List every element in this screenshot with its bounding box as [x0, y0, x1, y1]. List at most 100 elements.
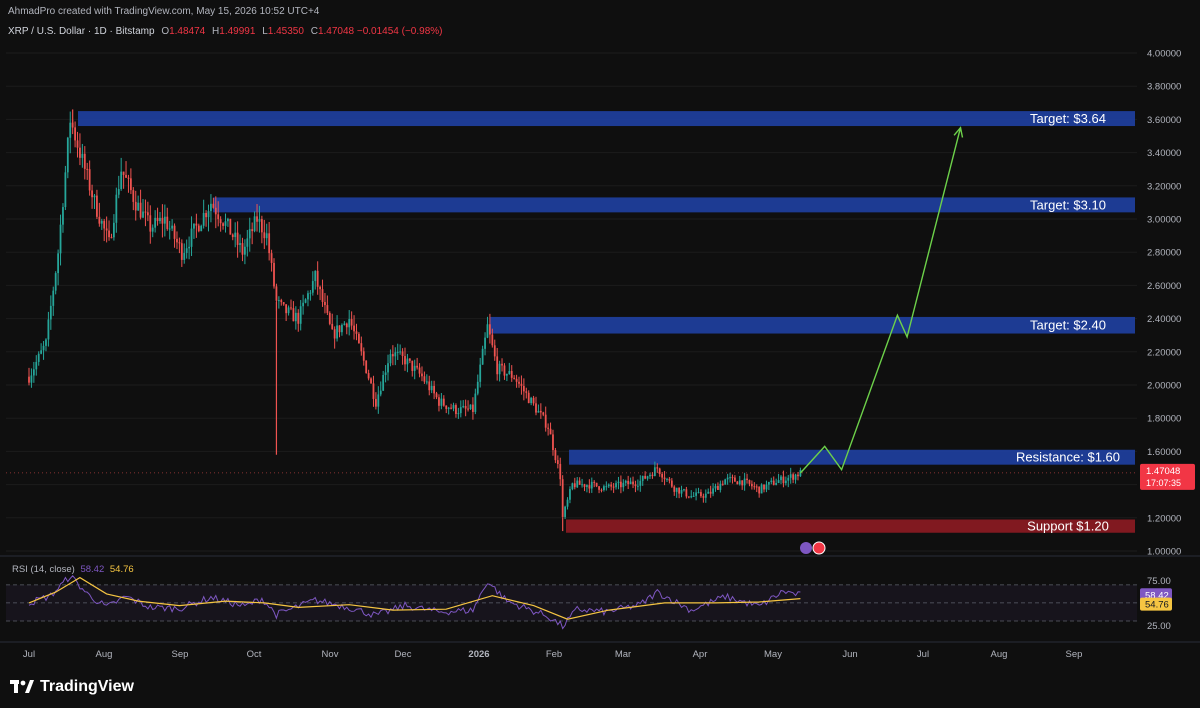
candle-body [74, 127, 76, 141]
candle-body [275, 286, 278, 301]
candle-body [273, 262, 275, 287]
candle-body [586, 485, 588, 487]
candle-body [374, 398, 377, 407]
candle-body [712, 488, 714, 494]
candle-body [556, 460, 559, 464]
candle-body [348, 319, 351, 328]
candle-body [583, 484, 586, 487]
candle-body [263, 232, 266, 239]
candle-body [248, 229, 251, 239]
candle-body [168, 228, 171, 230]
candle-body [700, 492, 702, 497]
candle-body [683, 489, 685, 491]
candle-body [319, 286, 321, 290]
event-icons[interactable] [800, 541, 826, 555]
candle-body [144, 211, 147, 213]
candle-body [287, 307, 290, 314]
time-tick-label: Mar [615, 649, 631, 660]
candle-body [603, 486, 605, 491]
zone-label: Target: $2.40 [1030, 318, 1106, 333]
candle-body [239, 243, 241, 245]
candle-body [229, 218, 232, 235]
candle-body [559, 463, 562, 480]
candle-body [243, 246, 246, 255]
candle-body [343, 323, 346, 325]
candle-body [680, 490, 683, 494]
candle-body [176, 238, 178, 243]
candle-body [564, 506, 567, 517]
candle-body [183, 252, 186, 260]
candle-body [389, 354, 392, 364]
candle-body [42, 345, 45, 351]
candle-body [661, 473, 664, 478]
time-axis[interactable]: Jul Aug Sep Oct Nov Dec 2026 Feb Mar Apr May Jun Jul… [0, 641, 1200, 660]
candle-body [163, 216, 166, 224]
candle-body [704, 493, 707, 498]
candle-body [345, 323, 348, 328]
candle-body [309, 292, 312, 294]
candle-body [617, 481, 620, 484]
candle-body [474, 393, 477, 412]
candle-body [425, 381, 428, 383]
candle-body [717, 486, 719, 490]
candle-body [156, 217, 159, 222]
price-tick-label: 2.20000 [1147, 347, 1181, 358]
rsi-pane: 75.00 25.00 58.42 54.76 [0, 555, 1200, 632]
candle-body [127, 177, 130, 179]
price-tick-label: 2.40000 [1147, 314, 1181, 325]
time-tick-label: Aug [96, 649, 113, 660]
candle-body [355, 331, 358, 334]
flash-event-icon [800, 542, 812, 554]
candle-body [382, 374, 385, 391]
candle-body [593, 481, 596, 483]
candle-body [224, 221, 227, 226]
candle-body [115, 194, 118, 223]
candle-body [714, 486, 717, 489]
candle-body [416, 365, 419, 368]
candle-body [450, 407, 452, 409]
candle-body [646, 476, 649, 479]
candle-body [69, 122, 72, 138]
candle-body [401, 351, 404, 357]
candle-body [624, 480, 627, 483]
candle-body [413, 365, 416, 371]
candle-body [190, 228, 193, 247]
rsi-label[interactable]: RSI (14, close) [12, 564, 75, 575]
candle-body [476, 381, 479, 394]
candle-body [28, 376, 30, 383]
candle-body [30, 375, 33, 383]
candle-body [142, 211, 144, 218]
rsi-value: 58.42 [80, 564, 105, 575]
candle-body [440, 398, 443, 406]
projection-line [799, 127, 962, 474]
candle-body [105, 228, 108, 231]
candle-body [452, 405, 455, 409]
candle-body [651, 474, 654, 476]
candle-body [76, 140, 79, 148]
candle-body [40, 350, 43, 354]
candle-body [86, 168, 89, 170]
candle-body [81, 153, 84, 158]
candle-body [302, 302, 305, 307]
price-chart[interactable]: Target: $3.64 Target: $3.10 Target: $2.40 R… [0, 0, 1200, 708]
candle-body [270, 253, 273, 263]
zone-label: Target: $3.64 [1030, 111, 1106, 126]
candle-body [438, 397, 440, 406]
tradingview-brand[interactable]: TradingView [10, 678, 134, 696]
candle-body [91, 190, 93, 198]
candle-body [782, 476, 785, 484]
candle-body [285, 304, 288, 314]
candle-body [721, 483, 724, 485]
candle-body [139, 202, 142, 218]
tradingview-logo-icon [10, 680, 34, 694]
candle-body [370, 378, 372, 384]
candle-body [481, 348, 484, 365]
candle-body [399, 351, 402, 353]
candle-body [197, 225, 200, 232]
candle-body [515, 378, 518, 382]
candle-body [132, 190, 135, 202]
candle-body [755, 486, 758, 488]
candle-body [535, 403, 537, 413]
time-tick-label: Jul [23, 649, 35, 660]
candle-body [619, 481, 622, 488]
